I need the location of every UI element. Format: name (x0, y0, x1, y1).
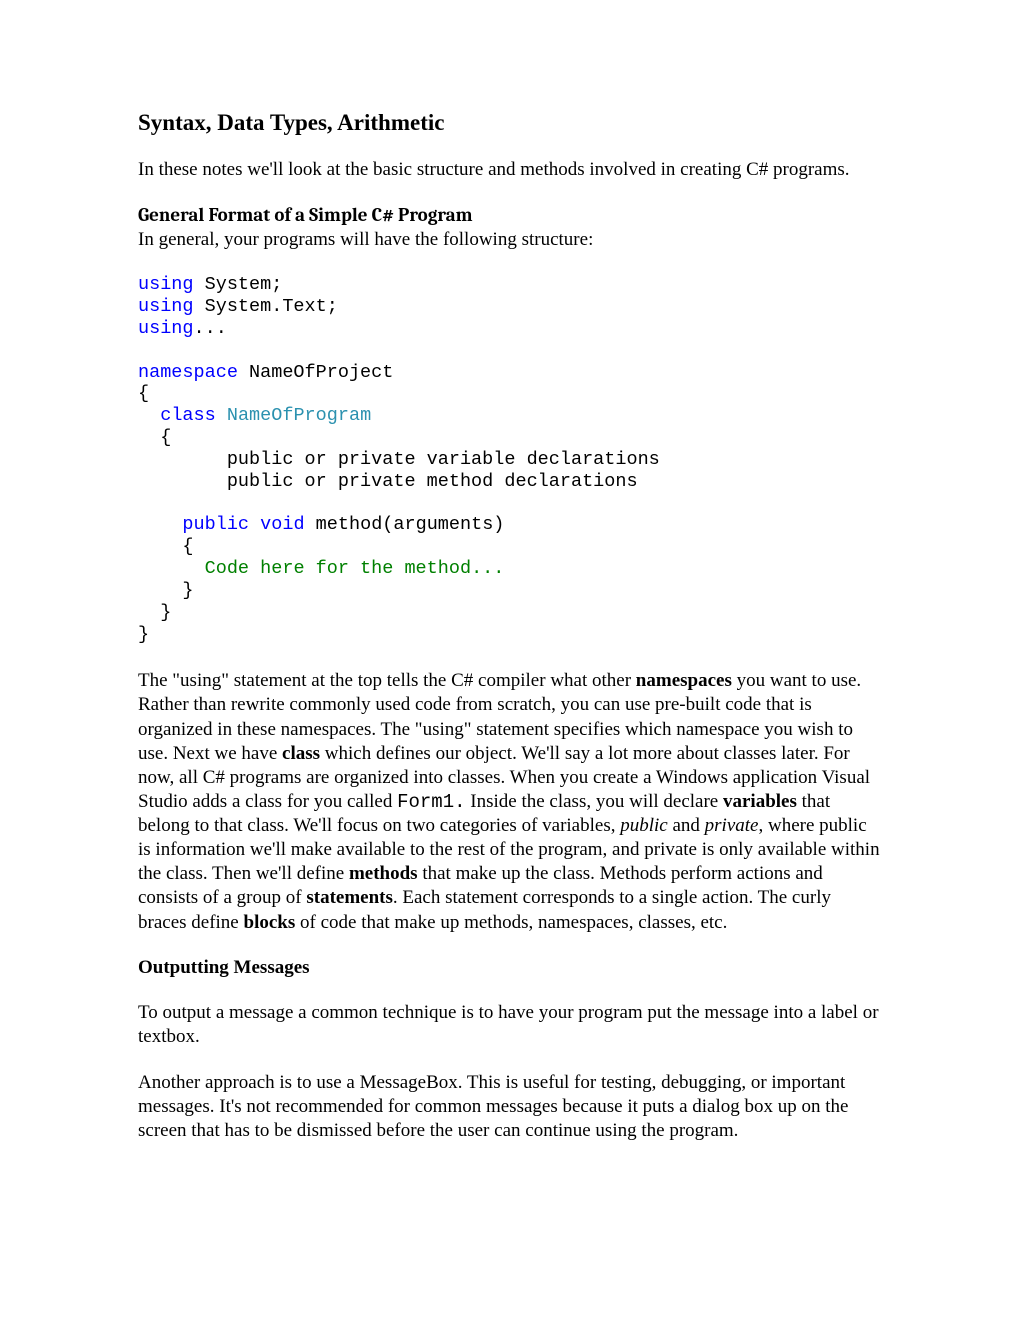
keyword-class: class (160, 405, 216, 426)
section-heading-outputting-messages: Outputting Messages (138, 957, 884, 979)
text: and (668, 815, 705, 836)
code-comment: Code here for the method... (205, 558, 505, 579)
term-statements: statements (306, 887, 393, 908)
code-text: NameOfProject (238, 362, 393, 383)
document-page: Syntax, Data Types, Arithmetic In these … (0, 0, 1020, 1143)
intro-paragraph: In these notes we'll look at the basic s… (138, 158, 884, 182)
inline-code-form1: Form1. (397, 791, 465, 813)
code-text: ... (194, 318, 227, 339)
keyword-namespace: namespace (138, 362, 238, 383)
code-brace: { (138, 383, 149, 404)
code-block: using System; using System.Text; using..… (138, 274, 884, 645)
keyword-using: using (138, 274, 194, 295)
code-text: method(arguments) (305, 514, 505, 535)
class-name: NameOfProgram (227, 405, 371, 426)
code-brace: } (138, 624, 149, 645)
intro2-paragraph: In general, your programs will have the … (138, 228, 884, 252)
output-paragraph-1: To output a message a common technique i… (138, 1001, 884, 1049)
term-private: private (705, 815, 759, 836)
code-indent (138, 514, 182, 535)
keyword-using: using (138, 318, 194, 339)
page-title: Syntax, Data Types, Arithmetic (138, 110, 884, 136)
text: Inside the class, you will declare (466, 791, 723, 812)
text: The "using" statement at the top tells t… (138, 670, 636, 691)
term-class: class (282, 743, 320, 764)
code-brace: { (138, 427, 171, 448)
keyword-using: using (138, 296, 194, 317)
code-brace: { (138, 536, 194, 557)
code-text: public or private variable declarations (138, 449, 660, 470)
code-text: System; (194, 274, 283, 295)
term-blocks: blocks (244, 912, 296, 933)
code-indent (138, 558, 205, 579)
term-methods: methods (349, 863, 418, 884)
code-text: public or private method declarations (138, 471, 638, 492)
code-text: System.Text; (194, 296, 338, 317)
code-indent (138, 405, 160, 426)
term-namespaces: namespaces (636, 670, 732, 691)
keyword-public: public (182, 514, 249, 535)
term-public: public (620, 815, 668, 836)
section-heading-general-format: General Format of a Simple C# Program (138, 204, 884, 226)
explanation-paragraph: The "using" statement at the top tells t… (138, 669, 884, 934)
code-space (216, 405, 227, 426)
keyword-void: void (260, 514, 304, 535)
code-space (249, 514, 260, 535)
code-brace: } (138, 580, 194, 601)
output-paragraph-2: Another approach is to use a MessageBox.… (138, 1071, 884, 1143)
term-variables: variables (723, 791, 797, 812)
code-brace: } (138, 602, 171, 623)
text: of code that make up methods, namespaces… (295, 912, 727, 933)
